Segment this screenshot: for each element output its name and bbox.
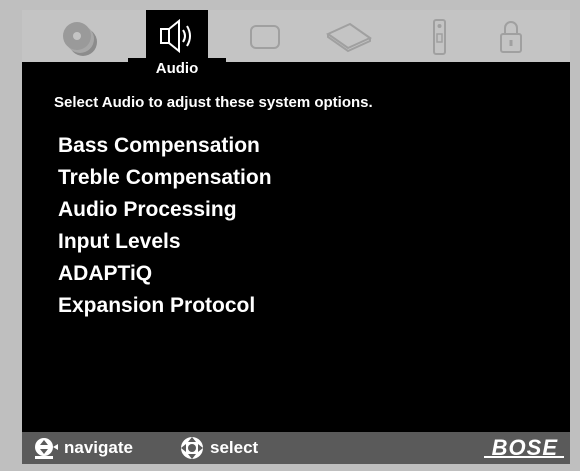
disc-stack-icon	[63, 22, 97, 56]
menu-item-input-levels[interactable]: Input Levels	[58, 226, 272, 258]
navigate-hint: navigate	[32, 432, 133, 464]
tab-lock[interactable]	[480, 10, 542, 60]
menu-item-bass-compensation[interactable]: Bass Compensation	[58, 130, 272, 162]
instructions-text: Select Audio to adjust these system opti…	[54, 94, 373, 111]
menu-item-expansion-protocol[interactable]: Expansion Protocol	[58, 290, 272, 322]
footer-bar: navigate select BOSE	[22, 432, 570, 464]
options-menu: Bass Compensation Treble Compensation Au…	[58, 130, 272, 322]
remote-control-icon	[433, 19, 446, 55]
lock-icon	[500, 21, 522, 53]
select-pad-icon	[181, 437, 203, 459]
remote-device-icon	[325, 22, 373, 53]
tab-audio[interactable]	[146, 10, 208, 62]
menu-window: Audio Select Audio to adjust these syste…	[0, 0, 580, 471]
brand-underline	[483, 456, 564, 458]
screen-icon	[250, 25, 280, 49]
tab-video[interactable]	[234, 10, 296, 60]
menu-item-adaptiq[interactable]: ADAPTiQ	[58, 258, 272, 290]
menu-item-audio-processing[interactable]: Audio Processing	[58, 194, 272, 226]
select-hint: select	[178, 432, 258, 464]
navigate-pad-icon	[35, 438, 58, 459]
select-label: select	[210, 438, 259, 457]
tab-remote[interactable]	[408, 10, 470, 60]
navigate-label: navigate	[64, 438, 133, 457]
active-tab-label: Audio	[128, 58, 226, 80]
speaker-icon	[160, 18, 191, 54]
tab-devices[interactable]	[318, 10, 380, 60]
tab-discs[interactable]	[50, 10, 112, 60]
brand-logo: BOSE	[483, 435, 564, 460]
menu-item-treble-compensation[interactable]: Treble Compensation	[58, 162, 272, 194]
